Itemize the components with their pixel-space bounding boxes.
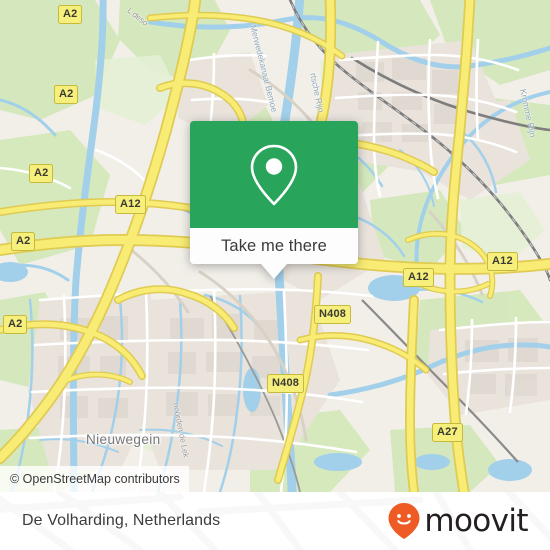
callout-action-panel[interactable]: Take me there [190,228,358,264]
highway-shield-a27[interactable]: A27 [432,423,463,442]
highway-shield-a2[interactable]: A2 [3,315,28,334]
map-attribution-text: © OpenStreetMap contributors [10,472,180,486]
highway-shield-a12[interactable]: A12 [115,195,146,214]
moovit-smiley-pin-icon [388,503,420,539]
callout-pointer-tail [261,264,287,279]
highway-shield-a2[interactable]: A2 [58,5,83,24]
callout-pin-panel [190,121,358,228]
map-attribution[interactable]: © OpenStreetMap contributors [0,466,189,492]
highway-shield-n408[interactable]: N408 [314,305,352,324]
take-me-there-callout[interactable]: Take me there [190,121,358,279]
map-canvas[interactable]: Nieuwegein Merwedekanaal Bemoe rtsche Ri… [0,0,550,492]
moovit-brand-logo[interactable]: moovit [386,501,529,541]
highway-shield-a12[interactable]: A12 [487,252,518,271]
highway-shield-a2[interactable]: A2 [29,164,54,183]
highway-shield-n408[interactable]: N408 [267,374,305,393]
location-pin-icon [250,144,298,205]
moovit-map-screenshot: Nieuwegein Merwedekanaal Bemoe rtsche Ri… [0,0,550,550]
place-name-label: De Volharding, Netherlands [22,512,221,529]
moovit-brand-wordmark: moovit [424,502,528,539]
highway-shield-a2[interactable]: A2 [11,232,36,251]
highway-shield-a2[interactable]: A2 [54,85,79,104]
take-me-there-label: Take me there [221,236,327,255]
footer-bar: De Volharding, Netherlands moovit [0,492,550,550]
highway-shield-a12[interactable]: A12 [403,268,434,287]
